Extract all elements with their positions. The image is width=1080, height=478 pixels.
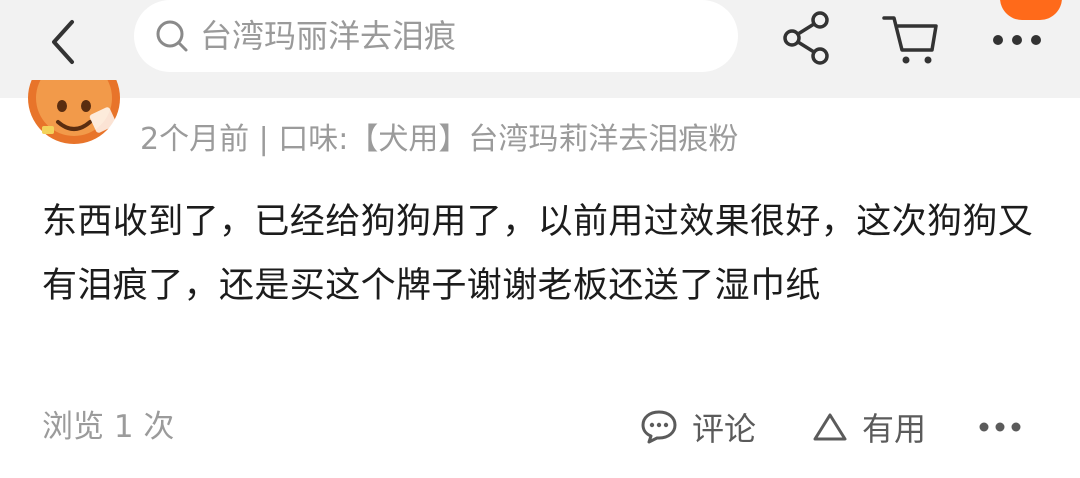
search-bar[interactable]: 台湾玛丽洋去泪痕 <box>134 0 738 72</box>
back-button[interactable] <box>34 12 94 72</box>
comment-bubble-icon <box>641 410 677 444</box>
view-count: 浏览 1 次 <box>42 409 175 445</box>
reviewer-avatar[interactable] <box>22 80 126 148</box>
more-menu-button[interactable] <box>986 0 1066 60</box>
cart-button[interactable] <box>880 10 942 68</box>
review-meta: 2个月前 | 口味:【犬用】台湾玛莉洋去泪痕粉 <box>140 122 739 157</box>
search-query-text: 台湾玛丽洋去泪痕 <box>200 17 457 55</box>
notification-badge <box>1000 0 1062 20</box>
triangle-up-icon <box>813 413 847 441</box>
review-body: 东西收到了，已经给狗狗用了，以前用过效果很好，这次狗狗又有泪痕了，还是买这个牌子… <box>42 202 1034 306</box>
avatar-image <box>28 80 120 144</box>
review-more-button[interactable] <box>978 418 1022 436</box>
share-icon <box>783 11 829 65</box>
comment-button[interactable]: 评论 <box>640 402 756 452</box>
useful-label: 有用 <box>862 410 927 448</box>
top-navigation-bar: 台湾玛丽洋去泪痕 <box>0 0 1080 98</box>
more-dots-icon <box>979 422 1021 432</box>
share-button[interactable] <box>780 8 836 68</box>
search-icon <box>156 20 188 52</box>
useful-button[interactable]: 有用 <box>812 402 926 452</box>
comment-label: 评论 <box>692 410 757 448</box>
more-dots-icon <box>993 35 1041 45</box>
chevron-left-icon <box>52 20 74 64</box>
shopping-cart-icon <box>882 16 938 64</box>
